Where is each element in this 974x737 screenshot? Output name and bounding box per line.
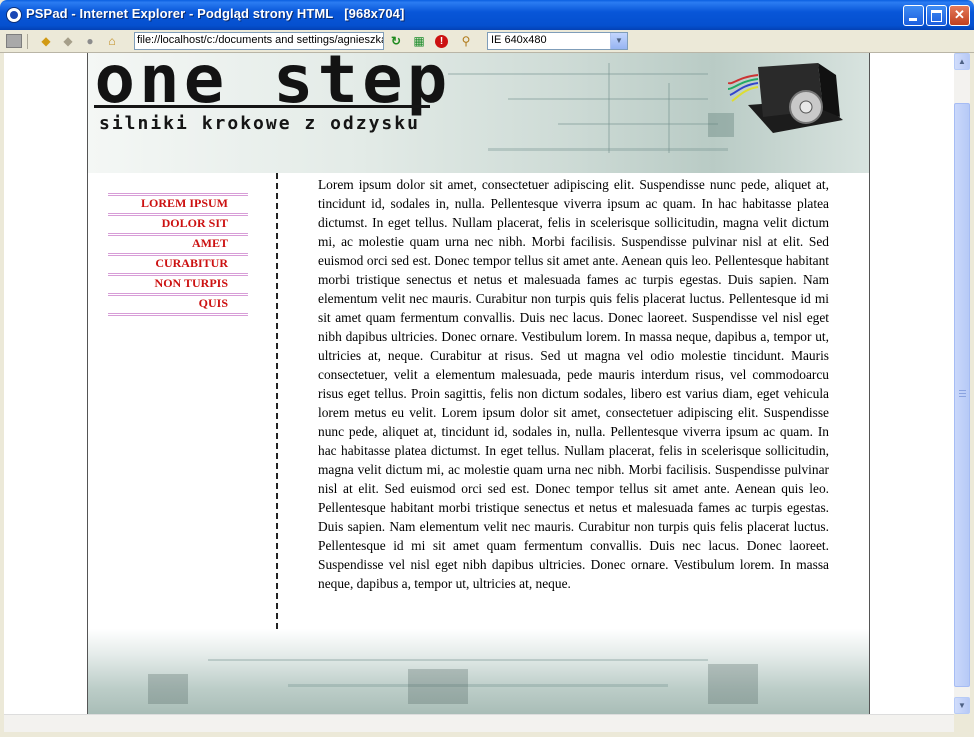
vertical-scrollbar[interactable]: ▲ ▼ <box>954 53 970 714</box>
site-header: one step silniki krokowe z odzysku <box>88 53 869 173</box>
view-size-value: IE 640x480 <box>491 34 547 46</box>
window-title: PSPad - Internet Explorer - Podgląd stro… <box>26 6 405 21</box>
sidebar-nav: LOREM IPSUM DOLOR SIT AMET CURABITUR NON… <box>108 193 248 316</box>
window-titlebar[interactable]: PSPad - Internet Explorer - Podgląd stro… <box>0 0 974 30</box>
home-icon[interactable]: ⌂ <box>104 33 120 49</box>
browser-viewport[interactable]: one step silniki krokowe z odzysku LOREM… <box>4 53 954 714</box>
nav-link-curabitur[interactable]: CURABITUR <box>108 253 248 273</box>
scrollbar-corner <box>954 714 970 731</box>
toolbar-separator <box>27 34 28 49</box>
maximize-button[interactable] <box>926 5 947 26</box>
status-strip <box>4 714 954 732</box>
close-icon: ✕ <box>954 7 965 22</box>
error-icon[interactable]: ! <box>435 35 448 48</box>
preview-toolbar: ◆ ◆ ● ⌂ file://localhost/c:/documents an… <box>0 30 974 53</box>
stop-icon[interactable] <box>6 34 22 48</box>
url-input[interactable]: file://localhost/c:/documents and settin… <box>134 32 384 50</box>
site-footer <box>88 629 869 714</box>
nav-link-dolor-sit[interactable]: DOLOR SIT <box>108 213 248 233</box>
close-button[interactable]: ✕ <box>949 5 970 26</box>
forward-icon[interactable]: ◆ <box>60 33 76 49</box>
view-size-select[interactable]: IE 640x480 ▼ <box>487 32 628 50</box>
nav-link-amet[interactable]: AMET <box>108 233 248 253</box>
nav-link-non-turpis[interactable]: NON TURPIS <box>108 273 248 293</box>
main-content-text: Lorem ipsum dolor sit amet, consectetuer… <box>318 177 829 591</box>
nav-link-lorem-ipsum[interactable]: LOREM IPSUM <box>108 193 248 213</box>
minimize-icon <box>909 18 917 21</box>
ie-icon <box>6 7 22 23</box>
nav-link-quis[interactable]: QUIS <box>108 293 248 313</box>
site-tagline: silniki krokowe z odzysku <box>99 113 420 134</box>
scroll-down-icon[interactable]: ▼ <box>954 697 970 714</box>
find-icon[interactable]: ⚲ <box>458 33 474 49</box>
minimize-button[interactable] <box>903 5 924 26</box>
maximize-icon <box>931 10 942 22</box>
table-icon[interactable]: ▦ <box>411 33 427 49</box>
site-logo: one step <box>94 53 452 118</box>
refresh-icon[interactable]: ● <box>82 33 98 49</box>
web-page: one step silniki krokowe z odzysku LOREM… <box>87 53 870 714</box>
logo-underline <box>94 105 430 108</box>
stepper-motor-image <box>728 63 843 133</box>
scrollbar-thumb[interactable] <box>954 103 970 687</box>
column-divider <box>276 173 278 629</box>
scroll-up-icon[interactable]: ▲ <box>954 53 970 70</box>
back-icon[interactable]: ◆ <box>38 33 54 49</box>
go-icon[interactable]: ↻ <box>388 33 404 49</box>
dropdown-arrow-icon[interactable]: ▼ <box>610 33 627 49</box>
